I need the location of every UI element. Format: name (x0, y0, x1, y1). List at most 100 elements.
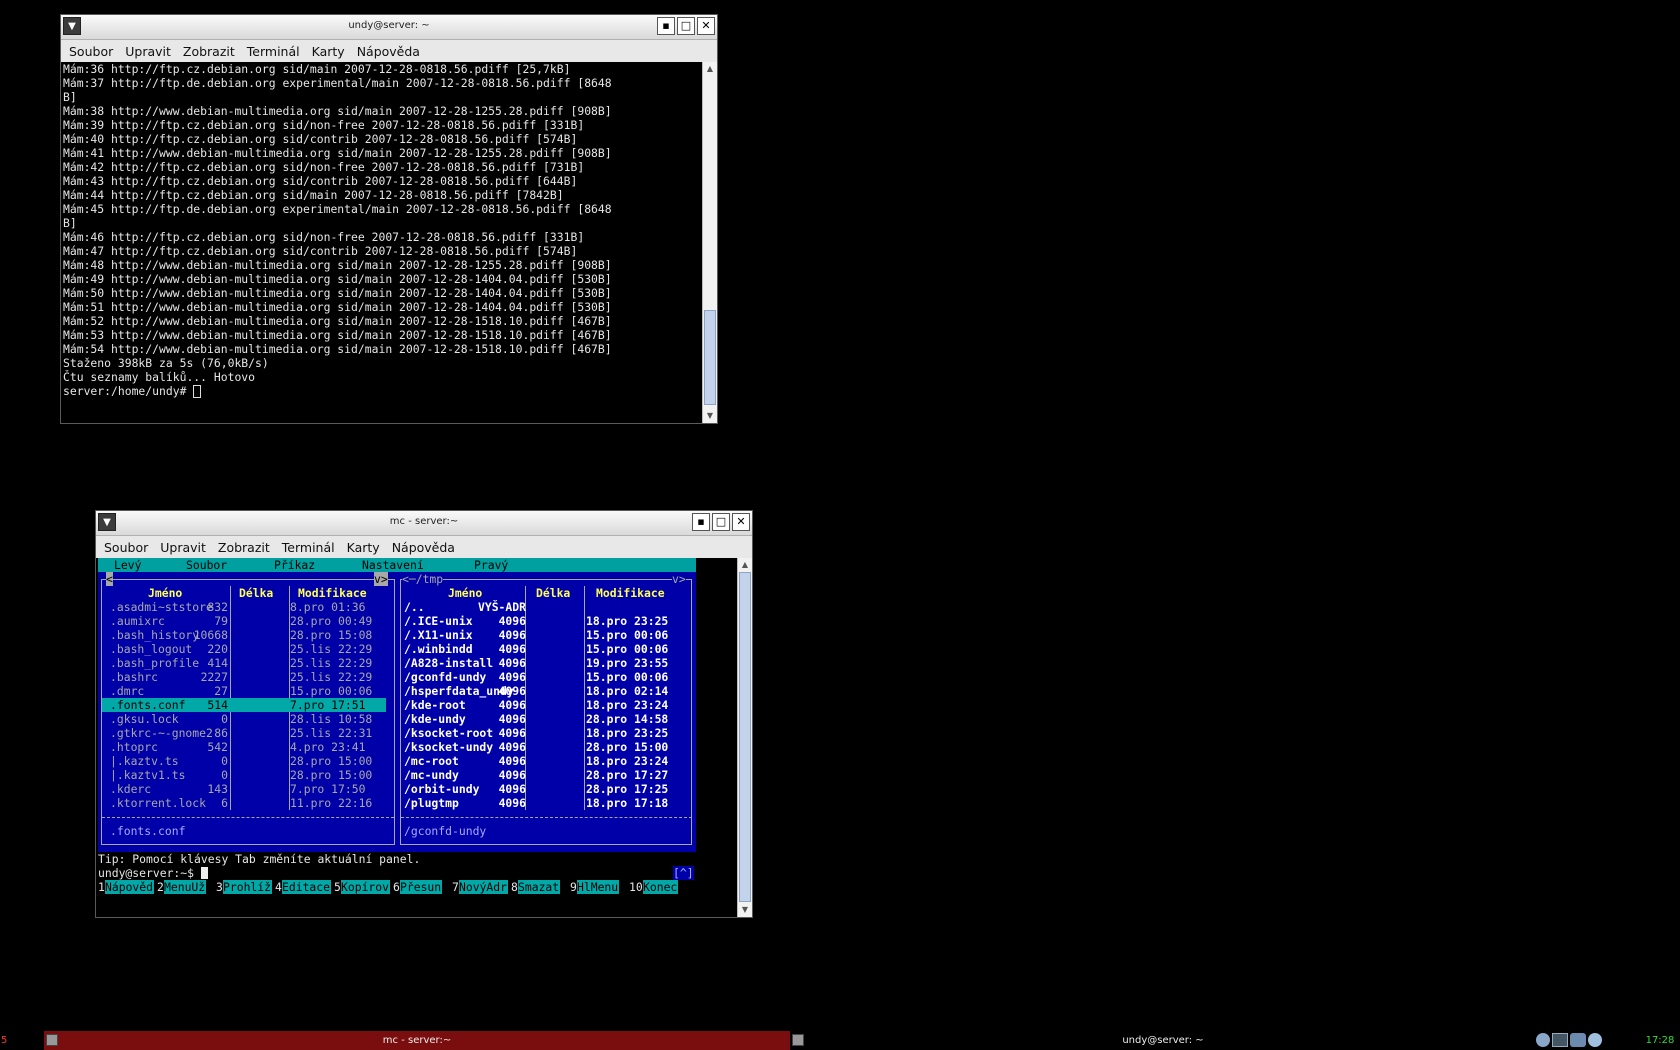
left-header-size[interactable]: Délka (239, 586, 273, 600)
menu-zobrazit[interactable]: Zobrazit (177, 44, 241, 59)
scroll-thumb[interactable] (739, 572, 751, 902)
terminal-output[interactable]: Mám:36 http://ftp.cz.debian.org sid/main… (61, 62, 705, 423)
title-bar[interactable]: ▼ mc - server:~ ▪ □ ✕ (96, 511, 752, 536)
task-mc[interactable]: mc - server:~ (44, 1031, 790, 1050)
file-modified: 15.pro 00:06 (586, 628, 669, 642)
right-file-row[interactable]: /kde-undy 4096 28.pro 14:58 (402, 712, 684, 726)
left-file-row[interactable]: .bash_logout 220 25.lis 22:29 (102, 642, 386, 656)
left-file-row[interactable]: .bash_history 10668 28.pro 15:08 (102, 628, 386, 642)
scrollbar[interactable]: ▲ ▼ (737, 558, 752, 917)
fkey-konec-button[interactable]: Konec (643, 880, 678, 894)
right-file-row[interactable]: /ksocket-root 4096 18.pro 23:25 (402, 726, 684, 740)
terminal-line: Mám:54 http://www.debian-multimedia.org … (63, 342, 612, 356)
left-file-row[interactable]: .ktorrent.lock 6 11.pro 22:16 (102, 796, 386, 810)
left-file-row[interactable]: .gtkrc-~-gnome2 86 25.lis 22:31 (102, 726, 386, 740)
scroll-down-icon[interactable]: ▼ (703, 409, 717, 423)
left-panel-nav-right[interactable]: v> (374, 572, 388, 586)
left-header-mod[interactable]: Modifikace (298, 586, 367, 600)
menu-napoveda[interactable]: Nápověda (351, 44, 426, 59)
minimize-icon[interactable]: ▪ (657, 17, 675, 35)
help-icon[interactable] (1588, 1033, 1602, 1047)
menu-terminal[interactable]: Terminál (276, 540, 341, 555)
workspace-indicator[interactable]: 5 (0, 1031, 15, 1050)
left-file-row[interactable]: .gksu.lock 0 28.lis 10:58 (102, 712, 386, 726)
scroll-up-icon[interactable]: ▲ (738, 558, 752, 572)
right-file-row[interactable]: /.X11-unix 4096 15.pro 00:06 (402, 628, 684, 642)
right-file-row[interactable]: /.winbindd 4096 15.pro 00:06 (402, 642, 684, 656)
left-file-row[interactable]: .kderc 143 7.pro 17:50 (102, 782, 386, 796)
left-header-name[interactable]: Jméno (148, 586, 182, 600)
right-file-row[interactable]: /kde-root 4096 18.pro 23:24 (402, 698, 684, 712)
mc-menu-pravy[interactable]: Pravý (474, 558, 508, 572)
left-panel-nav-left[interactable]: < (106, 572, 113, 586)
terminal-prompt[interactable]: server:/home/undy# (63, 384, 705, 398)
scroll-down-icon[interactable]: ▼ (738, 903, 752, 917)
mc-menu-prikaz[interactable]: Příkaz (274, 558, 315, 572)
right-panel-path[interactable]: <─/tmp (402, 572, 444, 586)
maximize-icon[interactable]: □ (712, 513, 730, 531)
left-file-row[interactable]: .dmrc 27 15.pro 00:06 (102, 684, 386, 698)
scrollbar[interactable]: ▲ ▼ (702, 62, 717, 423)
history-button[interactable]: [^] (673, 866, 694, 880)
fkey-kopírov-button[interactable]: Kopírov (341, 880, 390, 894)
command-prompt[interactable]: undy@server:~$ (98, 866, 208, 880)
scroll-thumb[interactable] (704, 310, 716, 405)
right-header-size[interactable]: Délka (536, 586, 570, 600)
file-name: .bash_history (110, 628, 200, 642)
fkey-prohlíž-button[interactable]: Prohlíž (223, 880, 272, 894)
left-file-row[interactable]: .bashrc 2227 25.lis 22:29 (102, 670, 386, 684)
right-header-mod[interactable]: Modifikace (596, 586, 665, 600)
left-file-row[interactable]: .asadmi~ststore 832 8.pro 01:36 (102, 600, 386, 614)
right-file-row[interactable]: /A828-install 4096 19.pro 23:55 (402, 656, 684, 670)
network-icon[interactable] (1552, 1033, 1568, 1047)
menu-upravit[interactable]: Upravit (154, 540, 212, 555)
close-icon[interactable]: ✕ (732, 513, 750, 531)
terminal-line: Mám:53 http://www.debian-multimedia.org … (63, 328, 612, 342)
right-file-row[interactable]: /hsperfdata_undy 4096 18.pro 02:14 (402, 684, 684, 698)
menu-napoveda[interactable]: Nápověda (386, 540, 461, 555)
right-file-row[interactable]: /ksocket-undy 4096 28.pro 15:00 (402, 740, 684, 754)
fkey-nápověd-button[interactable]: Nápověd (105, 880, 154, 894)
left-file-row[interactable]: .htoprc 542 4.pro 23:41 (102, 740, 386, 754)
menu-soubor[interactable]: Soubor (63, 44, 119, 59)
fkey-hlmenu-button[interactable]: HlMenu (577, 880, 619, 894)
fkey-menuuž-button[interactable]: MenuUž (164, 880, 206, 894)
mc-menu-soubor[interactable]: Soubor (186, 558, 227, 572)
right-file-row[interactable]: /.ICE-unix 4096 18.pro 23:25 (402, 614, 684, 628)
fkey-smazat-button[interactable]: Smazat (518, 880, 560, 894)
maximize-icon[interactable]: □ (677, 17, 695, 35)
right-file-row[interactable]: /mc-root 4096 18.pro 23:24 (402, 754, 684, 768)
fkey-editace-button[interactable]: Editace (282, 880, 331, 894)
left-panel[interactable]: < v> Jméno Délka Modifikace .asadmi~stst… (98, 572, 398, 852)
right-panel[interactable]: <─/tmp v> Jméno Délka Modifikace /.. VYŠ-… (398, 572, 696, 852)
left-file-row[interactable]: .fonts.conf 514 7.pro 17:51 (102, 698, 386, 712)
fkey-přesun-button[interactable]: Přesun (400, 880, 442, 894)
right-panel-nav-right[interactable]: v> (672, 572, 686, 586)
menu-upravit[interactable]: Upravit (119, 44, 177, 59)
minimize-icon[interactable]: ▪ (692, 513, 710, 531)
mc-menu-nastaveni[interactable]: Nastavení (362, 558, 424, 572)
right-file-row[interactable]: /mc-undy 4096 28.pro 17:27 (402, 768, 684, 782)
left-file-row[interactable]: .bash_profile 414 25.lis 22:29 (102, 656, 386, 670)
close-icon[interactable]: ✕ (697, 17, 715, 35)
menu-soubor[interactable]: Soubor (98, 540, 154, 555)
left-file-row[interactable]: .aumixrc 79 28.pro 00:49 (102, 614, 386, 628)
left-file-row[interactable]: |.kaztv1.ts 0 28.pro 15:00 (102, 768, 386, 782)
right-header-name[interactable]: Jméno (448, 586, 482, 600)
menu-karty[interactable]: Karty (306, 44, 351, 59)
right-file-row[interactable]: /plugtmp 4096 18.pro 17:18 (402, 796, 684, 810)
volume-icon[interactable] (1536, 1033, 1550, 1047)
right-file-row[interactable]: /.. VYŠ-ADR (402, 600, 684, 614)
update-icon[interactable] (1570, 1033, 1586, 1047)
left-file-row[interactable]: |.kaztv.ts 0 28.pro 15:00 (102, 754, 386, 768)
right-file-row[interactable]: /orbit-undy 4096 28.pro 17:25 (402, 782, 684, 796)
task-terminal[interactable]: undy@server: ~ (790, 1031, 1536, 1050)
title-bar[interactable]: ▼ undy@server: ~ ▪ □ ✕ (61, 15, 717, 40)
right-file-row[interactable]: /gconfd-undy 4096 15.pro 00:06 (402, 670, 684, 684)
menu-karty[interactable]: Karty (341, 540, 386, 555)
mc-menu-levy[interactable]: Levý (114, 558, 141, 572)
scroll-up-icon[interactable]: ▲ (703, 62, 717, 76)
menu-terminal[interactable]: Terminál (241, 44, 306, 59)
fkey-novýadr-button[interactable]: NovýAdr (459, 880, 508, 894)
menu-zobrazit[interactable]: Zobrazit (212, 540, 276, 555)
